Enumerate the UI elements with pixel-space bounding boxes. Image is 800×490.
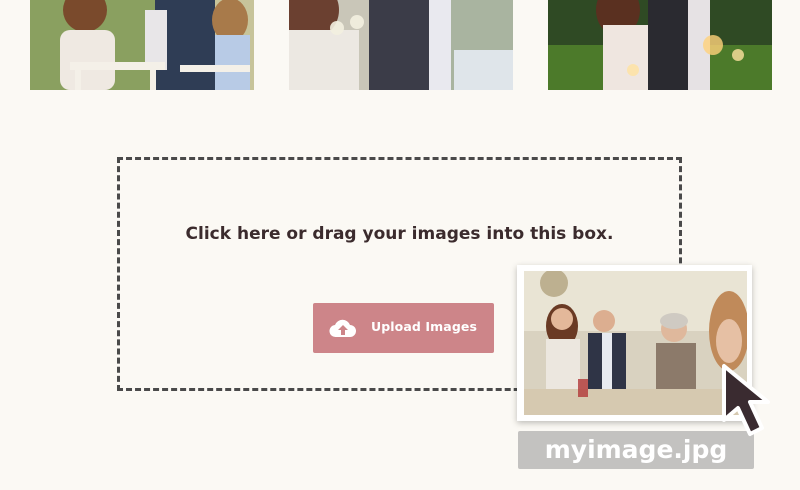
photo-couple-toasting <box>289 0 513 90</box>
upload-button-label: Upload Images <box>371 319 477 334</box>
gallery-thumbnail-2[interactable] <box>289 0 513 90</box>
upload-images-button[interactable]: Upload Images <box>313 303 494 353</box>
dragged-image-preview[interactable] <box>517 265 752 421</box>
dropzone-instruction: Click here or drag your images into this… <box>185 224 614 244</box>
dragged-file-name: myimage.jpg <box>518 431 754 469</box>
cloud-upload-icon <box>329 317 357 343</box>
photo-family-dinner <box>524 271 747 415</box>
gallery-thumbnail-3[interactable] <box>548 0 772 90</box>
pointer-cursor-icon <box>720 362 792 456</box>
photo-couple-sparklers <box>548 0 772 90</box>
photo-wedding-guests-seated <box>30 0 254 90</box>
gallery-thumbnail-1[interactable] <box>30 0 254 90</box>
